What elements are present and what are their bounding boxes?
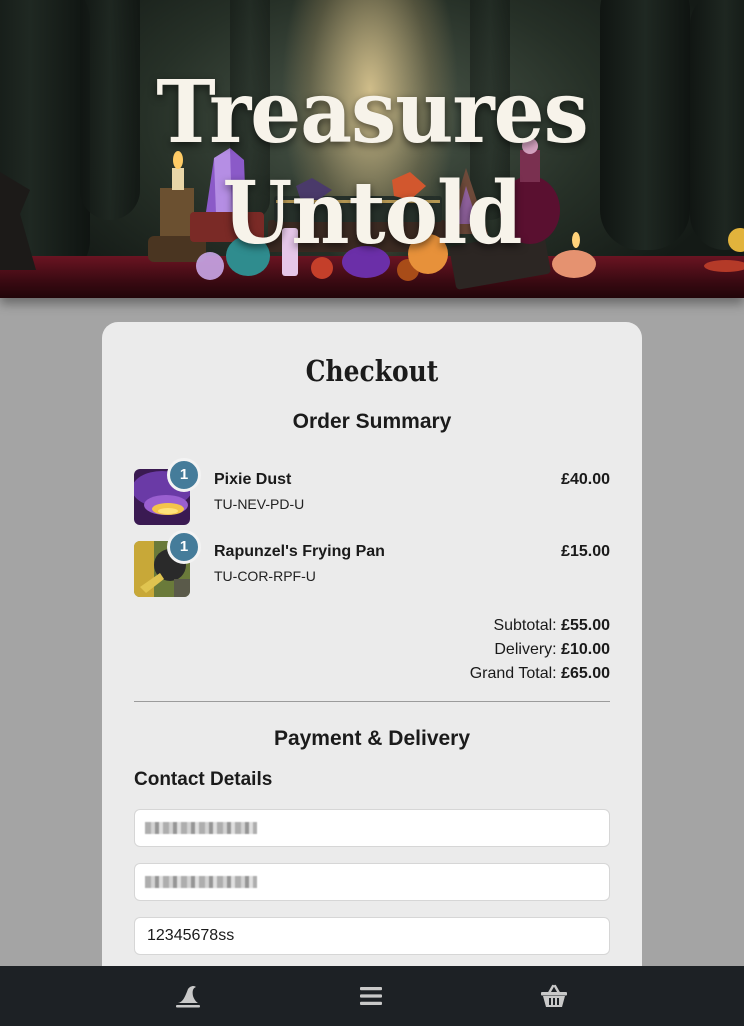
order-item: 1 Rapunzel's Frying Pan TU-COR-RPF-U £15…: [134, 530, 610, 599]
divider: [134, 701, 610, 702]
bottom-navigation: [0, 966, 744, 1026]
redacted-text: [145, 876, 257, 888]
delivery-value: £10.00: [561, 641, 610, 658]
order-summary-title: Order Summary: [292, 410, 452, 433]
page-title: Checkout: [305, 354, 439, 388]
home-button[interactable]: [168, 980, 208, 1012]
item-sku: TU-COR-RPF-U: [214, 568, 316, 584]
item-name: Pixie Dust: [214, 471, 292, 488]
item-sku: TU-NEV-PD-U: [214, 496, 305, 512]
basket-icon: [541, 984, 567, 1007]
item-name: Rapunzel's Frying Pan: [214, 543, 385, 560]
item-price: £15.00: [561, 543, 610, 560]
quantity-badge: 1: [167, 530, 201, 564]
name-field[interactable]: [134, 809, 610, 847]
order-item: 1 Pixie Dust TU-NEV-PD-U £40.00: [134, 458, 610, 527]
contact-details-title: Contact Details: [134, 769, 273, 790]
hero-title: Treasures Untold: [156, 62, 588, 264]
subtotal-value: £55.00: [561, 617, 610, 634]
subtotal-label: Subtotal:: [493, 617, 557, 634]
redacted-text: [145, 822, 257, 834]
grand-total-label: Grand Total:: [469, 665, 557, 682]
menu-button[interactable]: [351, 980, 391, 1012]
item-price: £40.00: [561, 471, 610, 488]
wizard-hat-icon: [176, 985, 200, 1008]
order-totals: Subtotal: £55.00 Delivery: £10.00 Grand …: [470, 614, 610, 686]
email-field[interactable]: [134, 863, 610, 901]
grand-total-value: £65.00: [561, 665, 610, 682]
grand-total-row: Grand Total: £65.00: [470, 662, 610, 686]
payment-delivery-title: Payment & Delivery: [273, 727, 471, 750]
delivery-label: Delivery:: [494, 641, 557, 658]
hero-banner: Treasures Untold: [0, 0, 744, 298]
phone-field[interactable]: [134, 917, 610, 955]
basket-button[interactable]: [534, 980, 574, 1012]
delivery-row: Delivery: £10.00: [470, 638, 610, 662]
checkout-card: Checkout Order Summary 1 Pixie Dust TU-N…: [102, 322, 642, 1022]
menu-icon: [360, 987, 382, 1005]
subtotal-row: Subtotal: £55.00: [470, 614, 610, 638]
quantity-badge: 1: [167, 458, 201, 492]
